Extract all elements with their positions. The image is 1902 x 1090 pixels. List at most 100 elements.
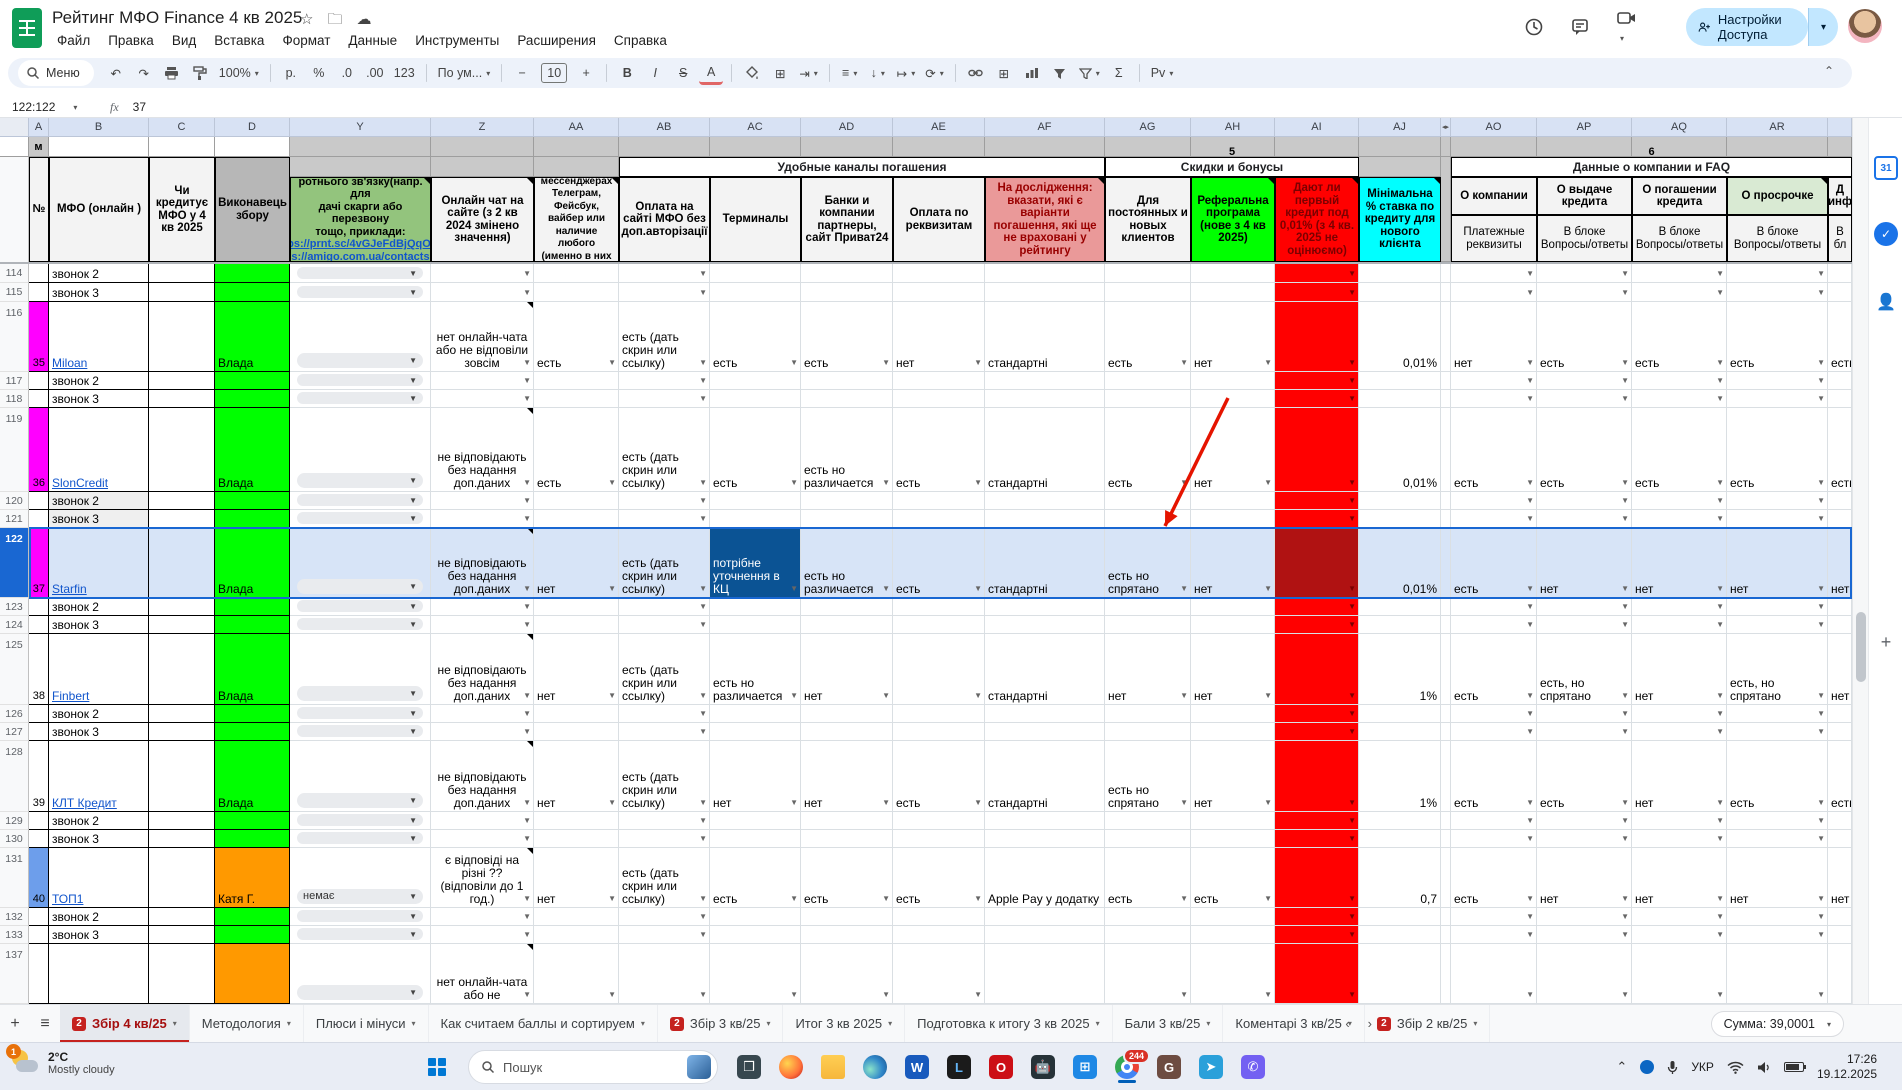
cell-117-AS[interactable]: [1828, 372, 1852, 390]
cell-dropdown-arrow[interactable]: ▼: [699, 988, 707, 1001]
cell-127-AQ[interactable]: ▼: [1632, 723, 1727, 741]
cell-dropdown-arrow[interactable]: ▼: [1817, 374, 1825, 387]
column-header-AS[interactable]: [1828, 118, 1852, 137]
cell-114-HID[interactable]: [1441, 264, 1451, 283]
cell-117-AI[interactable]: ▼: [1275, 372, 1359, 390]
cell-129-AB[interactable]: ▼: [619, 812, 710, 830]
cell-125-A[interactable]: 38: [29, 634, 49, 705]
cell-dropdown-arrow[interactable]: ▼: [1621, 494, 1629, 507]
cell-dropdown-arrow[interactable]: ▼: [1716, 476, 1724, 489]
cell-123-AA[interactable]: [534, 598, 619, 616]
cell-122-HID[interactable]: [1441, 528, 1451, 598]
cell-116-AQ[interactable]: есть ▼: [1632, 302, 1727, 372]
column-title-AE[interactable]: Оплата по реквизитам: [893, 177, 985, 262]
cell-133-AI[interactable]: ▼: [1275, 926, 1359, 944]
cell-130-AD[interactable]: [801, 830, 893, 848]
cell-129-D[interactable]: [215, 812, 290, 830]
cell-122-AJ[interactable]: 0,01%: [1359, 528, 1441, 598]
cell-dropdown-arrow[interactable]: ▼: [1817, 286, 1825, 299]
cell-120-AC[interactable]: [710, 492, 801, 510]
cell-124-AG[interactable]: [1105, 616, 1191, 634]
cell-117-B[interactable]: звонок 2: [49, 372, 149, 390]
cell-131-AF[interactable]: Apple Pay у додатку: [985, 848, 1105, 908]
header-link[interactable]: ps://prnt.sc/4vGJeFdBjQqO,: [291, 238, 430, 251]
cell-114-AC[interactable]: [710, 264, 801, 283]
cell-123-AD[interactable]: [801, 598, 893, 616]
cell-dropdown-arrow[interactable]: ▼: [882, 988, 890, 1001]
cell-dropdown-arrow[interactable]: ▼: [523, 600, 531, 613]
cell-dropdown-arrow[interactable]: ▼: [1817, 476, 1825, 489]
cell-127-AO[interactable]: ▼: [1451, 723, 1537, 741]
cell-132-Z[interactable]: ▼: [431, 908, 534, 926]
cell-123-C[interactable]: [149, 598, 215, 616]
cell-dropdown-arrow[interactable]: ▼: [1716, 910, 1724, 923]
cell-120-A[interactable]: [29, 492, 49, 510]
tab-menu-arrow[interactable]: ▾: [173, 1019, 177, 1028]
cell-dropdown-arrow[interactable]: ▼: [1716, 707, 1724, 720]
name-box[interactable]: 122:122 ▾: [0, 100, 90, 114]
cell-121-AA[interactable]: [534, 510, 619, 528]
cell-137-Y[interactable]: ▼: [290, 944, 431, 1004]
tab-menu-arrow[interactable]: ▾: [641, 1019, 645, 1028]
cell-127-AH[interactable]: [1191, 723, 1275, 741]
cell-120-AG[interactable]: [1105, 492, 1191, 510]
cell-123-AQ[interactable]: ▼: [1632, 598, 1727, 616]
cell-137-AB[interactable]: ▼: [619, 944, 710, 1004]
cell-dropdown-arrow[interactable]: ▼: [1348, 618, 1356, 631]
cell-dropdown-arrow[interactable]: ▼: [1526, 725, 1534, 738]
cell-124-AB[interactable]: ▼: [619, 616, 710, 634]
cell-127-D[interactable]: [215, 723, 290, 741]
insert-chart-button[interactable]: [1020, 61, 1044, 85]
cell-dropdown-arrow[interactable]: ▼: [1716, 689, 1724, 702]
cell-119-AR[interactable]: есть ▼: [1727, 408, 1828, 492]
cell-120-AP[interactable]: ▼: [1537, 492, 1632, 510]
column-header-Y[interactable]: Y: [290, 118, 431, 137]
cell-123-B[interactable]: звонок 2: [49, 598, 149, 616]
cell-118-AE[interactable]: [893, 390, 985, 408]
cell-dropdown-arrow[interactable]: ▼: [523, 725, 531, 738]
print-button[interactable]: [160, 61, 184, 85]
column-header-AC[interactable]: AC: [710, 118, 801, 137]
cell-126-AA[interactable]: [534, 705, 619, 723]
cell-126-D[interactable]: [215, 705, 290, 723]
cell-131-AS[interactable]: нет: [1828, 848, 1852, 908]
cell-137-AE[interactable]: ▼: [893, 944, 985, 1004]
cell-dropdown-arrow[interactable]: ▼: [699, 374, 707, 387]
cell-121-Y[interactable]: ▼: [290, 510, 431, 528]
cell-137-AI[interactable]: ▼: [1275, 944, 1359, 1004]
cell-dropdown-arrow[interactable]: ▼: [1716, 618, 1724, 631]
cell-117-AB[interactable]: ▼: [619, 372, 710, 390]
cell-124-B[interactable]: звонок 3: [49, 616, 149, 634]
cell-dropdown-arrow[interactable]: ▼: [790, 892, 798, 905]
cell-dropdown-arrow[interactable]: ▼: [1621, 476, 1629, 489]
row-header-120[interactable]: 120: [0, 492, 29, 510]
cell-118-AH[interactable]: [1191, 390, 1275, 408]
cell-132-AH[interactable]: [1191, 908, 1275, 926]
cell-dropdown-arrow[interactable]: ▼: [1526, 814, 1534, 827]
cell-dropdown-arrow[interactable]: ▼: [1180, 476, 1188, 489]
cell-dropdown-arrow[interactable]: ▼: [699, 689, 707, 702]
cell-dropdown-arrow[interactable]: ▼: [1621, 512, 1629, 525]
cell-120-AO[interactable]: ▼: [1451, 492, 1537, 510]
row-header-126[interactable]: 126: [0, 705, 29, 723]
cell-127-AJ[interactable]: [1359, 723, 1441, 741]
cell-124-AF[interactable]: [985, 616, 1105, 634]
cell-dropdown-arrow[interactable]: ▼: [882, 892, 890, 905]
cell-124-AE[interactable]: [893, 616, 985, 634]
column-title-AA[interactable]: Поддержка в мессенджерах Телеграм, Фейсб…: [534, 177, 619, 262]
cell-133-HID[interactable]: [1441, 926, 1451, 944]
cell-126-Z[interactable]: ▼: [431, 705, 534, 723]
column-title-AB[interactable]: Оплата на сайті МФО без доп.авторізації: [619, 177, 710, 262]
cell-122-Y[interactable]: ▼: [290, 528, 431, 598]
cell-120-D[interactable]: [215, 492, 290, 510]
cell-dropdown-arrow[interactable]: ▼: [1621, 689, 1629, 702]
cell-126-AG[interactable]: [1105, 705, 1191, 723]
cell-115-AH[interactable]: [1191, 283, 1275, 302]
cell-128-AE[interactable]: есть ▼: [893, 741, 985, 812]
cell-dropdown-arrow[interactable]: ▼: [523, 910, 531, 923]
cell-dropdown-arrow[interactable]: ▼: [1817, 988, 1825, 1001]
cell-137-D[interactable]: [215, 944, 290, 1004]
cell-130-Z[interactable]: ▼: [431, 830, 534, 848]
cell-125-AH[interactable]: нет ▼: [1191, 634, 1275, 705]
cell-dropdown-arrow[interactable]: ▼: [1716, 494, 1724, 507]
